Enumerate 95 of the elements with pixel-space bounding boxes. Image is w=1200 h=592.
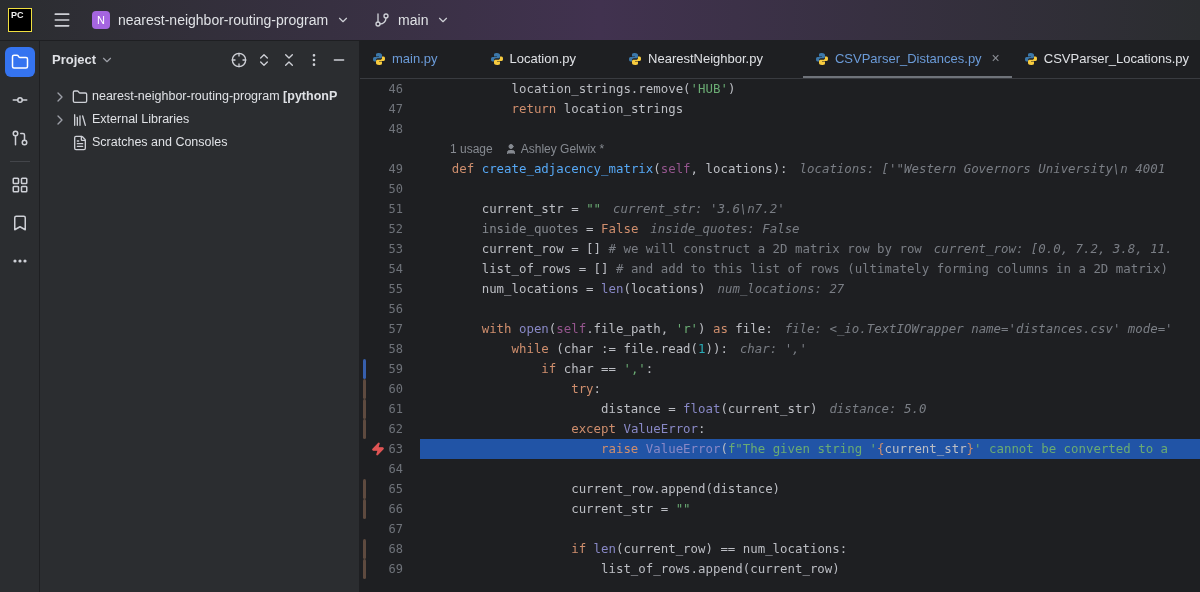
line-number: 57 [387, 321, 403, 338]
panel-title[interactable]: Project [52, 50, 115, 70]
project-selector[interactable]: N nearest-neighbor-routing-program [92, 9, 351, 31]
code-line: inside_quotes = False [480, 219, 639, 238]
library-icon [72, 111, 88, 128]
tree-item[interactable]: External Libraries [40, 108, 359, 131]
change-marker[interactable] [363, 499, 366, 519]
code-line: location_strings.remove('HUB') [510, 79, 736, 98]
code-line: current_str = "" [480, 199, 602, 218]
inlay-hint: char: ',' [739, 339, 808, 358]
code-line: if len(current_row) == num_locations: [570, 539, 848, 558]
line-number: 67 [387, 521, 403, 538]
close-tab-button[interactable]: × [991, 48, 1000, 69]
user-icon [504, 143, 517, 155]
line-number: 64 [387, 461, 403, 478]
grid-icon [10, 176, 29, 194]
editor-tab[interactable]: NearestNeighbor.py [616, 41, 803, 78]
code-line: with open(self.file_path, 'r') as file: [480, 319, 773, 338]
inlay-hint: inside_quotes: False [650, 219, 800, 238]
inlay-hint: num_locations: 27 [717, 279, 845, 298]
line-number: 48 [387, 121, 403, 138]
change-marker[interactable] [363, 479, 366, 499]
scratches-icon [72, 134, 88, 151]
change-marker[interactable] [363, 359, 366, 379]
editor-tab[interactable]: CSVParser_Locations.py [1011, 41, 1200, 78]
tree-item-label: External Libraries [92, 111, 190, 129]
tree-item[interactable]: nearest-neighbor-routing-program [pythonP [40, 85, 359, 108]
tree-item-label: nearest-neighbor-routing-program [pythonP [92, 88, 338, 106]
line-number: 66 [387, 501, 403, 518]
line-number: 62 [387, 421, 403, 438]
change-marker[interactable] [363, 379, 366, 399]
inlay-hint: file: <_io.TextIOWrapper name='distances.csv' mode=' [784, 319, 1173, 338]
folder-icon [72, 88, 88, 105]
code-line: list_of_rows = [] # and add to this list of rows (ultimately forming columns in a 2D matrix) [480, 259, 1168, 278]
code-line: while (char := file.read(1)): [510, 339, 728, 358]
folder-icon [10, 53, 29, 71]
code-line: if char == ',': [540, 359, 654, 378]
line-number: 54 [387, 261, 403, 278]
lightning-icon[interactable] [370, 442, 385, 456]
menu-icon[interactable] [52, 10, 72, 30]
line-number: 53 [387, 241, 403, 258]
change-marker[interactable] [363, 399, 366, 419]
line-number: 55 [387, 281, 403, 298]
line-number: 47 [387, 101, 403, 118]
tool-window-button[interactable] [4, 47, 35, 77]
code-line: raise ValueError(f"The given string '{current_str}' cannot be converted to a [600, 439, 1169, 458]
app-logo[interactable]: PC [8, 8, 32, 32]
editor-tab[interactable]: Location.py [477, 41, 617, 78]
line-number: 49 [387, 161, 403, 178]
python-icon [489, 51, 504, 66]
branch-icon [374, 12, 391, 28]
change-marker[interactable] [363, 559, 366, 579]
python-icon [1023, 51, 1038, 66]
code-line: return location_strings [510, 99, 684, 118]
change-marker[interactable] [363, 539, 366, 559]
code-line: def create_adjacency_matrix(self, locations): [450, 159, 788, 178]
line-number: 69 [387, 561, 403, 578]
change-marker[interactable] [363, 419, 366, 439]
line-number: 46 [387, 81, 403, 98]
line-number: 58 [387, 341, 403, 358]
line-number: 65 [387, 481, 403, 498]
tree-item[interactable]: Scratches and Consoles [40, 131, 359, 154]
branch-selector[interactable]: main [374, 9, 451, 31]
line-number: 50 [387, 181, 403, 198]
inlay-hint: current_row: [0.0, 7.2, 3.8, 11. [933, 239, 1173, 258]
code-line: current_row.append(distance) [570, 479, 781, 498]
inlay-hint: distance: 5.0 [829, 399, 927, 418]
line-number: 52 [387, 221, 403, 238]
code-line: except ValueError: [570, 419, 706, 438]
inlay-hint: current_str: '3.6\n7.2' [613, 199, 785, 218]
code-line: current_str = "" [570, 499, 691, 518]
locate-icon[interactable] [231, 52, 247, 68]
editor-tab[interactable]: main.py [360, 41, 478, 78]
line-number: 68 [387, 541, 403, 558]
code-line: current_row = [] # we will construct a 2D matrix row by row [480, 239, 922, 258]
pull-request-icon [10, 129, 29, 147]
line-number: 63 [387, 441, 403, 458]
project-badge: N [92, 11, 110, 29]
line-number: 59 [387, 361, 403, 378]
more-icon [12, 259, 27, 263]
line-number: 51 [387, 201, 403, 218]
inlay-hint: locations: ['"Western Governors University\n 4001 [799, 159, 1166, 178]
usage-count[interactable]: 1 usage [450, 140, 493, 158]
line-number: 60 [387, 381, 403, 398]
code-line: list_of_rows.append(current_row) [600, 559, 840, 578]
line-number: 56 [387, 301, 403, 318]
python-icon [814, 51, 829, 66]
python-icon [372, 51, 386, 66]
python-icon [628, 51, 643, 66]
code-line: try: [570, 379, 602, 398]
code-line: num_locations = len(locations) [480, 279, 706, 298]
line-number: 61 [387, 401, 403, 418]
code-line: distance = float(current_str) [600, 399, 818, 418]
author-name[interactable]: Ashley Gelwix * [520, 140, 605, 158]
tree-item-label: Scratches and Consoles [92, 134, 228, 152]
